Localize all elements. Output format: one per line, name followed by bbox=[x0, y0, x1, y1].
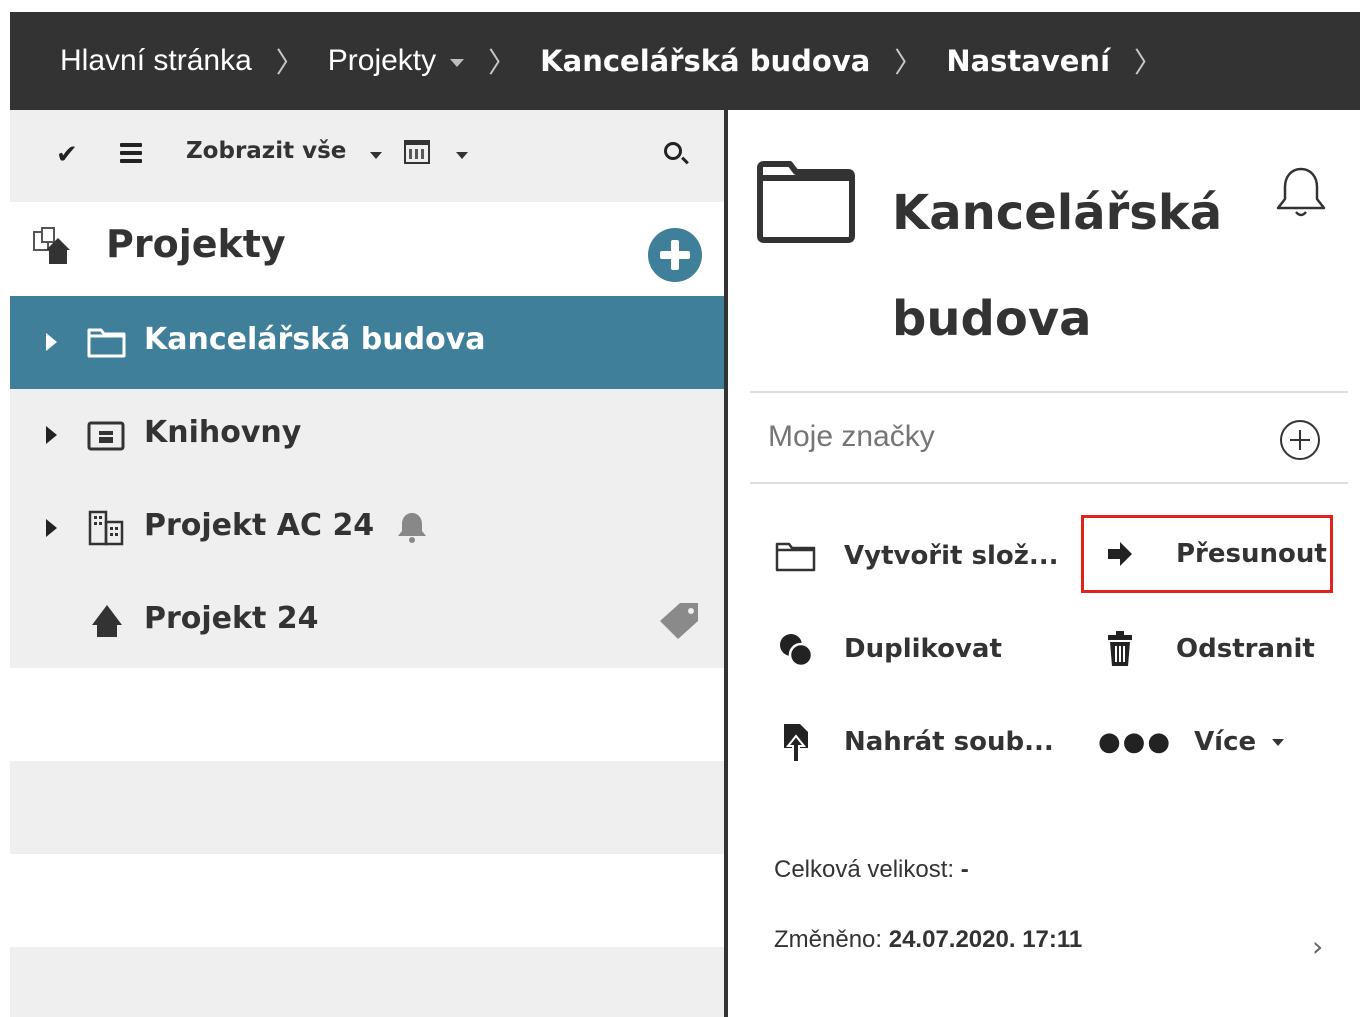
chevron-right-icon[interactable]: › bbox=[1312, 930, 1323, 963]
divider bbox=[750, 391, 1348, 393]
caret-down-icon[interactable] bbox=[450, 59, 465, 67]
sidebar-empty-row bbox=[10, 854, 724, 947]
caret-down-icon[interactable] bbox=[456, 152, 468, 159]
list-view-icon[interactable] bbox=[120, 143, 142, 167]
sidebar: ✔ Zobrazit vše Projekty Kancelářská budo… bbox=[10, 110, 724, 1017]
projects-icon bbox=[33, 227, 70, 264]
more-label: Více bbox=[1194, 727, 1257, 757]
arrow-right-icon bbox=[1108, 542, 1132, 566]
create-folder-button[interactable]: Vytvořit slož... bbox=[774, 520, 1059, 592]
sidebar-toolbar: ✔ Zobrazit vše bbox=[10, 110, 724, 202]
expand-arrow-icon[interactable] bbox=[46, 426, 57, 444]
chevron-right-icon: 〉 bbox=[488, 47, 517, 78]
notification-bell-icon[interactable] bbox=[1274, 164, 1328, 224]
move-label: Přesunout bbox=[1176, 539, 1327, 569]
sidebar-item-projekt-ac-24[interactable]: Projekt AC 24 bbox=[10, 482, 724, 575]
sidebar-empty-row bbox=[10, 947, 724, 1017]
house-icon bbox=[92, 605, 122, 637]
delete-label: Odstranit bbox=[1176, 634, 1315, 664]
trash-icon bbox=[1108, 631, 1132, 666]
upload-file-icon bbox=[784, 724, 808, 763]
breadcrumb-settings[interactable]: Nastavení bbox=[946, 44, 1110, 78]
total-size: Celková velikost: - bbox=[774, 856, 969, 884]
search-icon[interactable] bbox=[664, 142, 682, 160]
sidebar-item-label: Projekt 24 bbox=[144, 601, 319, 636]
breadcrumb-projects[interactable]: Projekty bbox=[328, 44, 465, 78]
tag-icon[interactable] bbox=[658, 601, 702, 641]
folder-icon bbox=[87, 328, 126, 358]
library-icon bbox=[87, 421, 125, 451]
ellipsis-icon: ●●● bbox=[1098, 727, 1173, 757]
sidebar-item-kancelarska-budova[interactable]: Kancelářská budova bbox=[10, 296, 724, 389]
breadcrumb-home[interactable]: Hlavní stránka bbox=[60, 44, 252, 78]
expand-arrow-icon[interactable] bbox=[46, 519, 57, 537]
create-folder-label: Vytvořit slož... bbox=[844, 541, 1059, 571]
sidebar-item-projekt-24[interactable]: Projekt 24 bbox=[10, 575, 724, 668]
divider bbox=[750, 482, 1348, 484]
filter-dropdown[interactable]: Zobrazit vše bbox=[186, 138, 346, 164]
sidebar-empty-row bbox=[10, 668, 724, 761]
caret-down-icon[interactable] bbox=[370, 152, 382, 159]
expand-arrow-icon[interactable] bbox=[46, 333, 57, 351]
upload-file-label: Nahrát soub... bbox=[844, 727, 1054, 757]
total-size-label: Celková velikost: bbox=[774, 856, 955, 883]
duplicate-button[interactable]: Duplikovat bbox=[774, 613, 1002, 685]
projects-header: Projekty bbox=[10, 202, 724, 296]
modified-date: Změněno: 24.07.2020. 17:11 bbox=[774, 926, 1082, 954]
caret-down-icon bbox=[1272, 738, 1285, 746]
modified-value: 24.07.2020. 17:11 bbox=[888, 926, 1083, 953]
duplicate-icon bbox=[780, 634, 814, 668]
sidebar-item-label: Kancelářská budova bbox=[144, 322, 486, 357]
modified-label: Změněno: bbox=[774, 926, 883, 953]
delete-button[interactable]: Odstranit bbox=[1098, 613, 1315, 685]
more-dropdown[interactable]: ●●● Více bbox=[1098, 706, 1285, 778]
breadcrumb-projects-label[interactable]: Projekty bbox=[328, 44, 436, 78]
total-size-value: - bbox=[960, 856, 969, 883]
chevron-right-icon: 〉 bbox=[1134, 47, 1163, 78]
add-project-button[interactable] bbox=[648, 228, 702, 282]
folder-icon bbox=[775, 542, 816, 572]
chevron-right-icon: 〉 bbox=[275, 47, 304, 78]
folder-title: Kancelářská budova bbox=[892, 185, 1223, 347]
tags-input[interactable] bbox=[768, 420, 1188, 454]
sidebar-empty-row bbox=[10, 761, 724, 854]
detail-panel: Kancelářská budova Vytvořit slož... Přes… bbox=[728, 110, 1360, 1017]
calendar-icon[interactable] bbox=[404, 140, 430, 164]
sidebar-item-label: Knihovny bbox=[144, 415, 302, 450]
bell-icon bbox=[397, 512, 426, 543]
checkmark-icon[interactable]: ✔ bbox=[56, 140, 78, 170]
move-button[interactable]: Přesunout bbox=[1081, 515, 1333, 593]
sidebar-title: Projekty bbox=[106, 222, 286, 266]
sidebar-item-label: Projekt AC 24 bbox=[144, 508, 375, 543]
upload-file-button[interactable]: Nahrát soub... bbox=[774, 706, 1054, 778]
duplicate-label: Duplikovat bbox=[844, 634, 1002, 664]
building-icon bbox=[88, 510, 124, 546]
add-tag-button[interactable] bbox=[1280, 420, 1320, 460]
chevron-right-icon: 〉 bbox=[894, 47, 923, 78]
breadcrumb: Hlavní stránka 〉 Projekty 〉 Kancelářská … bbox=[10, 12, 1360, 110]
sidebar-item-knihovny[interactable]: Knihovny bbox=[10, 389, 724, 482]
sidebar-item-label-wrap: Projekt AC 24 bbox=[144, 508, 429, 544]
breadcrumb-current-project[interactable]: Kancelářská budova bbox=[540, 44, 870, 78]
folder-icon bbox=[757, 161, 855, 243]
